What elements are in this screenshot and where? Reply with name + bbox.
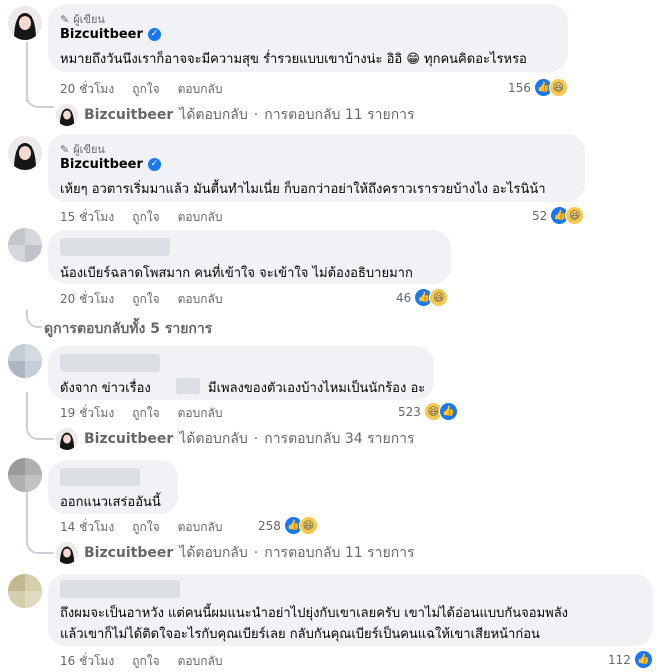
comment-text-part: มีเพลงของตัวเองบ้างไหมเป็นนักร้อง อะ	[208, 381, 426, 396]
reply-count: การตอบกลับ 34 รายการ	[264, 431, 415, 447]
reply-button[interactable]: ตอบกลับ	[178, 404, 223, 423]
separator: ·	[253, 545, 259, 561]
thread-connector	[26, 536, 54, 554]
avatar	[56, 104, 78, 126]
thread-line	[26, 490, 28, 536]
comment-time[interactable]: 16 ชั่วโมง	[60, 652, 114, 671]
comment-actions: 14 ชั่วโมง ถูกใจ ตอบกลับ	[60, 518, 222, 537]
reply-button[interactable]: ตอบกลับ	[178, 652, 223, 671]
comment-actions: 20 ชั่วโมง ถูกใจ ตอบกลับ	[60, 80, 222, 99]
comment-text-part: ดังจาก ข่าวเรื่อง	[60, 381, 151, 396]
avatar	[56, 542, 78, 564]
reply-button[interactable]: ตอบกลับ	[178, 208, 223, 227]
redacted-name	[60, 354, 160, 372]
comment-text: ออกแนวเสร่ออันนี้	[60, 495, 161, 510]
redacted-name	[60, 580, 180, 598]
replies-link[interactable]: Bizcuitbeer ได้ตอบกลับ · การตอบกลับ 11 ร…	[56, 104, 415, 126]
thread-connector	[26, 422, 54, 440]
comment-time[interactable]: 14 ชั่วโมง	[60, 518, 114, 537]
comment-actions: 15 ชั่วโมง ถูกใจ ตอบกลับ	[60, 208, 222, 227]
reaction-count: 156	[508, 80, 531, 95]
comment-text: หมายถึงวันนึงเราก็อาจจะมีความสุข ร่ำรวยแ…	[60, 52, 527, 67]
reply-button[interactable]: ตอบกลับ	[178, 290, 223, 309]
reaction-count: 46	[396, 290, 412, 305]
reply-button[interactable]: ตอบกลับ	[178, 518, 223, 537]
avatar[interactable]	[8, 458, 42, 492]
reaction-count: 52	[532, 208, 548, 223]
see-all-replies-link[interactable]: ดูการตอบกลับทั้ง 5 รายการ	[44, 318, 212, 340]
pen-icon: ✎	[60, 12, 70, 26]
redacted-name	[60, 238, 170, 256]
reply-author: Bizcuitbeer	[84, 545, 174, 561]
reaction-summary[interactable]: 46 👍 😆	[396, 288, 449, 307]
haha-reaction-icon: 😆	[298, 516, 318, 535]
like-button[interactable]: ถูกใจ	[132, 652, 159, 671]
comment-actions: 16 ชั่วโมง ถูกใจ ตอบกลับ	[60, 652, 222, 671]
author-badge-label: ผู้เขียน	[73, 13, 105, 26]
author-name[interactable]: Bizcuitbeer	[60, 157, 143, 172]
avatar[interactable]	[8, 6, 42, 40]
avatar[interactable]	[8, 228, 42, 262]
like-button[interactable]: ถูกใจ	[132, 290, 159, 309]
reaction-summary[interactable]: 523 😆 👍	[398, 402, 458, 421]
reaction-count: 523	[398, 404, 421, 419]
reply-count: การตอบกลับ 11 รายการ	[264, 107, 415, 123]
author-name[interactable]: Bizcuitbeer	[60, 27, 143, 42]
comment-actions: 19 ชั่วโมง ถูกใจ ตอบกลับ	[60, 404, 222, 423]
verified-check-icon: ✓	[147, 28, 161, 41]
like-reaction-icon: 👍	[438, 402, 458, 421]
avatar	[56, 428, 78, 450]
reply-button[interactable]: ตอบกลับ	[178, 80, 223, 99]
comment-time[interactable]: 19 ชั่วโมง	[60, 404, 114, 423]
separator: ·	[253, 431, 259, 447]
like-button[interactable]: ถูกใจ	[132, 404, 159, 423]
replied-label: ได้ตอบกลับ	[179, 431, 248, 447]
redacted-word	[176, 378, 200, 394]
thread-connector	[26, 90, 54, 108]
like-button[interactable]: ถูกใจ	[132, 208, 159, 227]
comment-time[interactable]: 20 ชั่วโมง	[60, 80, 114, 99]
author-badge-label: ผู้เขียน	[73, 143, 105, 156]
comment-text-line: แล้วเขาก็ไม่ได้ติดใจอะไรกับคุณเบียร์เลย …	[60, 627, 540, 642]
reply-author: Bizcuitbeer	[84, 431, 174, 447]
like-button[interactable]: ถูกใจ	[132, 518, 159, 537]
replied-label: ได้ตอบกลับ	[179, 545, 248, 561]
reaction-count: 258	[258, 518, 281, 533]
reaction-summary[interactable]: 258 👍 😆	[258, 516, 318, 535]
avatar[interactable]	[8, 136, 42, 170]
redacted-name	[60, 468, 140, 486]
comment-text: เห้ยๆ อวตารเริ่มมาแล้ว มันตื้นทำไมเนี่ย …	[60, 182, 546, 197]
thread-line	[26, 392, 28, 422]
replied-label: ได้ตอบกลับ	[179, 107, 248, 123]
reply-author: Bizcuitbeer	[84, 107, 174, 123]
see-all-replies-label[interactable]: ดูการตอบกลับทั้ง 5 รายการ	[44, 318, 212, 340]
comment-author[interactable]: Bizcuitbeer ✓	[60, 157, 161, 172]
comment-time[interactable]: 15 ชั่วโมง	[60, 208, 114, 227]
reply-count: การตอบกลับ 11 รายการ	[264, 545, 415, 561]
author-badge: ✎ ผู้เขียน	[60, 10, 105, 28]
comment-author[interactable]: Bizcuitbeer ✓	[60, 27, 161, 42]
avatar[interactable]	[8, 574, 42, 608]
pen-icon: ✎	[60, 142, 70, 156]
verified-check-icon: ✓	[147, 158, 161, 171]
reaction-summary[interactable]: 52 👍 😆	[532, 206, 585, 225]
reaction-count: 112	[608, 652, 631, 667]
like-button[interactable]: ถูกใจ	[132, 80, 159, 99]
comment-actions: 20 ชั่วโมง ถูกใจ ตอบกลับ	[60, 290, 222, 309]
replies-link[interactable]: Bizcuitbeer ได้ตอบกลับ · การตอบกลับ 34 ร…	[56, 428, 415, 450]
haha-reaction-icon: 😆	[548, 78, 568, 97]
reaction-summary[interactable]: 156 👍 😆	[508, 78, 568, 97]
haha-reaction-icon: 😆	[429, 288, 449, 307]
thread-connector	[26, 310, 42, 328]
replies-link[interactable]: Bizcuitbeer ได้ตอบกลับ · การตอบกลับ 11 ร…	[56, 542, 415, 564]
author-badge: ✎ ผู้เขียน	[60, 140, 105, 158]
comment-text: น้องเบียร์ฉลาดโพสมาก คนที่เข้าใจ จะเข้าใ…	[60, 266, 413, 281]
reaction-summary[interactable]: 112 👍	[608, 650, 653, 669]
comment-time[interactable]: 20 ชั่วโมง	[60, 290, 114, 309]
like-reaction-icon: 👍	[633, 650, 653, 669]
separator: ·	[253, 107, 259, 123]
haha-reaction-icon: 😆	[565, 206, 585, 225]
comment-text-line: ถึงผมจะเป็นอาหวัง แต่คนนี้ผมแนะนำอย่าไปย…	[60, 606, 569, 621]
avatar[interactable]	[8, 344, 42, 378]
